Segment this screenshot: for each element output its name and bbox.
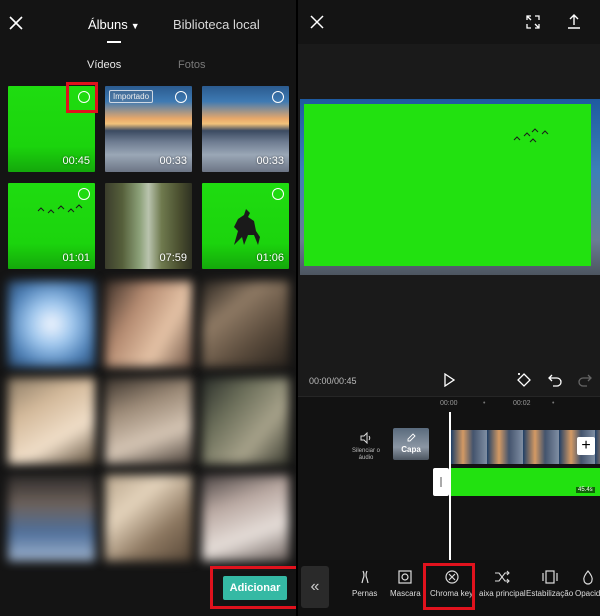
legs-icon: [361, 570, 369, 584]
horse-graphic: [234, 209, 260, 245]
opacity-icon: [582, 570, 593, 585]
imported-badge: Importado: [109, 90, 154, 103]
media-thumb-blurred[interactable]: [202, 281, 289, 367]
undo-icon[interactable]: [548, 373, 562, 387]
ruler-tick: 00:00: [440, 400, 458, 407]
media-thumb-2[interactable]: Importado 00:33: [105, 86, 192, 172]
highlight-box-select: [66, 82, 98, 113]
export-icon[interactable]: [567, 14, 581, 30]
editor-header: [297, 0, 600, 44]
birds-graphic: [37, 204, 83, 214]
tool-label: aixa principal: [479, 589, 526, 598]
tool-stabilization[interactable]: Estabilização: [526, 569, 573, 598]
preview-chroma-layer[interactable]: [304, 104, 591, 266]
stabilization-icon: [541, 570, 558, 584]
tool-label: Opacid: [575, 589, 600, 598]
edit-icon: [407, 433, 416, 442]
tool-opacity[interactable]: Opacid: [575, 569, 600, 598]
mask-icon: [398, 570, 412, 584]
media-thumb-blurred[interactable]: [105, 475, 192, 561]
ruler-dot: •: [552, 400, 555, 407]
clip-trim-handle[interactable]: [433, 468, 449, 496]
thumb-duration: 00:33: [159, 155, 187, 167]
panel-divider: [296, 0, 298, 616]
subtab-videos[interactable]: Vídeos: [87, 59, 121, 71]
select-circle-icon[interactable]: [272, 188, 284, 200]
media-thumb-3[interactable]: 00:33: [202, 86, 289, 172]
chevron-down-icon: ▼: [130, 20, 140, 31]
play-icon[interactable]: [443, 373, 455, 387]
media-thumb-5[interactable]: 07:59: [105, 183, 192, 269]
select-circle-icon[interactable]: [78, 188, 90, 200]
thumb-duration: 00:33: [256, 155, 284, 167]
tool-label: Estabilização: [526, 589, 574, 598]
cover-label: Capa: [401, 445, 421, 454]
tab-local-library[interactable]: Biblioteca local: [173, 17, 260, 32]
collapse-icon[interactable]: «: [301, 566, 329, 608]
tool-main-track[interactable]: aixa principal: [479, 569, 526, 598]
thumb-duration: 01:06: [256, 252, 284, 264]
media-thumb-4[interactable]: 01:01: [8, 183, 95, 269]
tool-label: Mascara: [390, 589, 421, 598]
media-thumb-6[interactable]: 01:06: [202, 183, 289, 269]
media-picker-panel: Álbuns ▼ Biblioteca local Vídeos Fotos 00…: [0, 0, 297, 616]
mute-audio-label: Silenciar o áudio: [351, 448, 380, 462]
thumb-duration: 07:59: [159, 252, 187, 264]
clip-duration: 45.4s: [576, 487, 595, 493]
mute-audio-button[interactable]: Silenciar o áudio: [350, 432, 382, 462]
media-thumb-blurred[interactable]: [8, 475, 95, 561]
highlight-box-add: [210, 566, 297, 609]
shuffle-icon: [495, 570, 511, 584]
picker-header: Álbuns ▼ Biblioteca local: [0, 0, 297, 46]
tab-albums-underline: [107, 41, 121, 43]
tab-albums[interactable]: Álbuns ▼: [88, 17, 140, 32]
plus-icon[interactable]: +: [577, 437, 595, 455]
media-thumb-blurred[interactable]: [105, 378, 192, 464]
select-circle-icon[interactable]: [272, 91, 284, 103]
volume-icon: [360, 432, 371, 444]
tool-pernas[interactable]: Pernas: [352, 569, 377, 598]
media-thumb-blurred[interactable]: [8, 281, 95, 367]
highlight-box-chroma: [423, 563, 475, 610]
tab-albums-label: Álbuns: [88, 17, 128, 32]
thumb-duration: 00:45: [62, 155, 90, 167]
media-thumb-blurred[interactable]: [8, 378, 95, 464]
time-counter: 00:00/00:45: [309, 376, 357, 386]
keyframe-icon[interactable]: [516, 372, 533, 388]
thumb-duration: 01:01: [62, 252, 90, 264]
fullscreen-icon[interactable]: [526, 15, 540, 29]
media-thumb-blurred[interactable]: [105, 281, 192, 367]
birds-graphic: [513, 128, 549, 143]
close-icon[interactable]: [309, 14, 325, 30]
redo-icon[interactable]: [578, 373, 592, 387]
tool-label: Pernas: [352, 589, 378, 598]
select-circle-icon[interactable]: [175, 91, 187, 103]
editor-panel: 00:00/00:45 00:00 • 00:02 • Silenciar o …: [297, 0, 600, 616]
media-thumb-blurred[interactable]: [202, 378, 289, 464]
ruler-tick: 00:02: [513, 400, 531, 407]
cover-button[interactable]: Capa: [393, 428, 429, 460]
close-icon[interactable]: [6, 13, 26, 33]
playhead[interactable]: [449, 412, 451, 560]
ruler-dot: •: [483, 400, 486, 407]
tool-mascara[interactable]: Mascara: [390, 569, 421, 598]
subtab-photos[interactable]: Fotos: [178, 59, 206, 71]
media-thumb-blurred[interactable]: [202, 475, 289, 561]
